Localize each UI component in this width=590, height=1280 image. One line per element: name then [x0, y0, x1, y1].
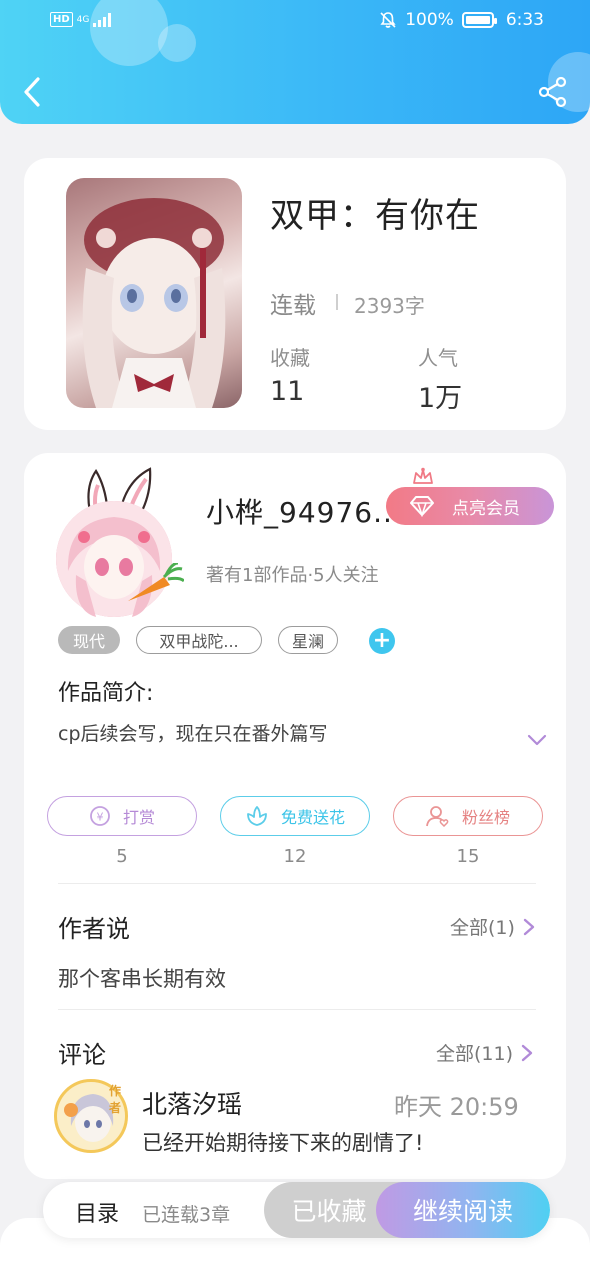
hd-badge: HD — [50, 12, 73, 27]
tip-count: 5 — [116, 846, 128, 867]
intro-text: cp后续会写，现在只在番外篇写 — [58, 723, 328, 745]
fan-rank-label: 粉丝榜 — [461, 808, 510, 827]
chevron-right-icon — [521, 1044, 533, 1061]
comments-more-label: 全部(11) — [436, 1043, 514, 1065]
stat-label-popularity: 人气 — [418, 346, 458, 370]
author-meta: 著有1部作品·5人关注 — [206, 565, 379, 586]
vip-label: 点亮会员 — [452, 498, 520, 519]
expand-intro-button[interactable] — [526, 729, 548, 751]
tip-button[interactable]: ¥ 打赏 — [47, 796, 197, 836]
continue-reading-button[interactable]: 继续阅读 — [376, 1182, 550, 1238]
fan-user-icon — [426, 806, 449, 827]
word-count: 2393字 — [354, 294, 425, 318]
coin-icon: ¥ — [90, 806, 110, 826]
tag-genre[interactable]: 现代 — [58, 626, 120, 654]
tip-label: 打赏 — [122, 808, 155, 827]
book-cover-image[interactable] — [66, 178, 242, 408]
send-flower-button[interactable]: 免费送花 — [220, 796, 370, 836]
network-type: 4G — [76, 14, 90, 25]
divider — [58, 1009, 536, 1010]
author-detail-card: 小桦_94976... 点亮会员 著有1部作品·5人关注 现代 双甲战陀... … — [24, 453, 566, 1179]
author-says-text: 那个客串长期有效 — [58, 967, 226, 991]
chevron-left-icon — [24, 77, 40, 107]
mute-icon — [380, 12, 396, 28]
author-name[interactable]: 小桦_94976... — [206, 491, 403, 531]
fan-rank-button[interactable]: 粉丝榜 — [393, 796, 543, 836]
comment-username[interactable]: 北落汐瑶 — [142, 1085, 242, 1121]
collected-label: 已收藏 — [291, 1197, 367, 1226]
svg-text:¥: ¥ — [96, 811, 103, 824]
book-status: 连载 — [270, 293, 316, 319]
comments-title: 评论 — [58, 1041, 106, 1069]
share-icon — [538, 76, 567, 108]
author-badge: 作者 — [109, 1084, 122, 1115]
carrot-decor — [128, 563, 184, 601]
send-flower-label: 免费送花 — [280, 808, 345, 827]
comment-time: 昨天 20:59 — [394, 1093, 519, 1121]
back-button[interactable] — [18, 74, 48, 110]
clock: 6:33 — [505, 10, 544, 30]
continue-reading-label: 继续阅读 — [412, 1197, 513, 1226]
divider — [58, 883, 536, 884]
status-right: 100% 6:33 — [379, 10, 544, 30]
vip-button[interactable]: 点亮会员 — [386, 487, 554, 525]
comments-more[interactable]: 全部(11) — [436, 1039, 533, 1066]
bottom-action-bar: 目录 已连载3章 已收藏 继续阅读 — [43, 1182, 550, 1238]
share-button[interactable] — [538, 76, 568, 108]
cover-illustration — [82, 198, 226, 408]
author-says-title: 作者说 — [58, 915, 130, 943]
book-title: 双甲：有你在 — [270, 196, 480, 236]
author-says-more-label: 全部(1) — [450, 917, 515, 939]
signal-icon — [93, 12, 112, 27]
comment-avatar[interactable]: 作者 — [54, 1079, 128, 1153]
status-bar: HD 4G 100% 6:33 — [0, 8, 590, 38]
intro-heading: 作品简介: — [58, 681, 154, 706]
tag-keyword[interactable]: 星澜 — [278, 626, 338, 654]
stat-label-favorites: 收藏 — [270, 346, 310, 370]
add-tag-button[interactable]: + — [369, 628, 395, 654]
header: HD 4G 100% 6:33 — [0, 0, 590, 124]
chevron-down-icon — [527, 734, 547, 746]
battery-icon — [461, 12, 497, 28]
status-divider — [336, 294, 338, 310]
toc-button[interactable]: 目录 — [75, 1196, 119, 1228]
battery-percent: 100% — [405, 10, 454, 30]
status-left: HD 4G — [50, 12, 112, 27]
tag-keyword[interactable]: 双甲战陀... — [136, 626, 262, 654]
chevron-right-icon — [523, 918, 535, 935]
crown-icon — [413, 467, 433, 484]
author-says-more[interactable]: 全部(1) — [450, 913, 535, 940]
diamond-icon — [410, 496, 434, 517]
chapter-count: 已连载3章 — [142, 1204, 231, 1226]
stat-value-favorites: 11 — [270, 376, 305, 407]
stat-value-popularity: 1万 — [418, 383, 463, 414]
book-info-card: 双甲：有你在 连载 2393字 收藏 11 人气 1万 — [24, 158, 566, 430]
comment-text: 已经开始期待接下来的剧情了! — [142, 1131, 424, 1155]
fan-count: 15 — [456, 846, 480, 867]
flower-icon — [247, 806, 267, 826]
flower-count: 12 — [283, 846, 307, 867]
